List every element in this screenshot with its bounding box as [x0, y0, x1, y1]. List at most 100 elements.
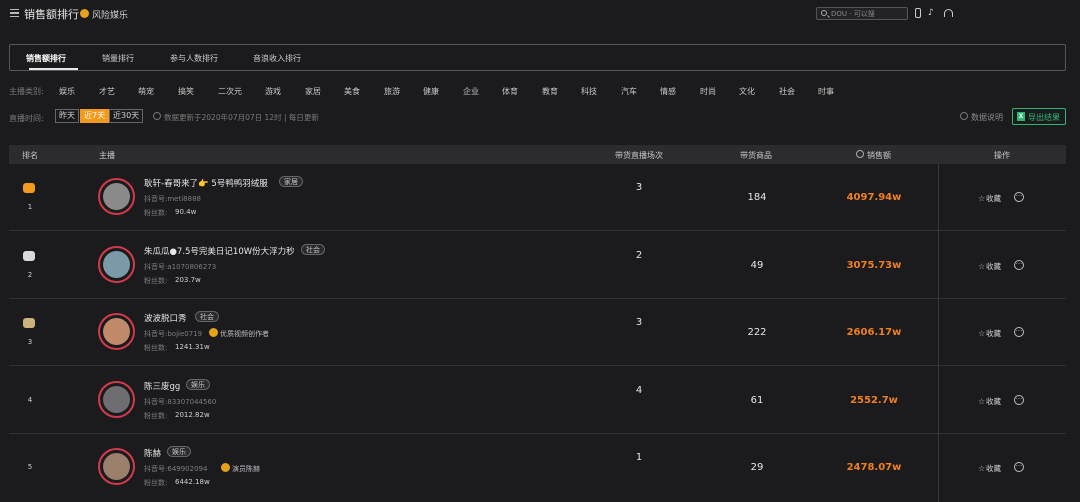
live-sessions: 4 [635, 385, 643, 396]
category-item[interactable]: 时事 [818, 86, 834, 97]
phone-icon[interactable] [915, 8, 921, 18]
category-item[interactable]: 美食 [344, 86, 360, 97]
heart-medal-icon [23, 318, 35, 328]
sales-amount: 3075.73w [846, 260, 902, 271]
active-tab-underline [29, 68, 78, 70]
table-row[interactable]: 1 耿轩-春哥来了👉 5号鸭鸭羽绒服 家居 抖音号:meti8888 粉丝数: … [9, 164, 1066, 231]
account-id: 抖音号:bojie0719 [144, 330, 203, 338]
goods-count: 29 [750, 462, 764, 473]
header-actions: 操作 [994, 151, 1010, 160]
category-item[interactable]: 情感 [660, 86, 676, 97]
goods-count: 222 [747, 327, 767, 338]
category-tag: 娱乐 [167, 446, 191, 457]
sales-amount: 2606.17w [846, 327, 902, 338]
anchor-name[interactable]: 波波脱口秀 [144, 312, 187, 324]
time-option-yesterday[interactable]: 昨天 [55, 109, 79, 123]
more-icon[interactable]: ··· [1014, 327, 1024, 337]
category-item[interactable]: 萌宠 [138, 86, 154, 97]
update-info: 数据更新于2020年07月07日 12时 | 每日更新 [164, 113, 319, 122]
sales-amount: 4097.94w [846, 192, 902, 203]
category-tag: 家居 [279, 176, 303, 187]
anchor-name[interactable]: 陈三废gg [144, 380, 180, 392]
info-icon[interactable] [856, 150, 864, 158]
fans-label: 粉丝数: [144, 344, 168, 352]
table-row[interactable]: 4 陈三废gg 娱乐 抖音号:83307044560 粉丝数: 2012.82w… [9, 367, 1066, 434]
fans-count: 203.7w [175, 276, 201, 284]
category-item[interactable]: 家居 [305, 86, 321, 97]
category-item[interactable]: 娱乐 [59, 86, 75, 97]
category-item[interactable]: 企业 [463, 86, 479, 97]
more-icon[interactable]: ··· [1014, 462, 1024, 472]
data-help-link[interactable]: 数据说明 [971, 112, 1003, 123]
header-sales: 销售额 [867, 151, 891, 160]
export-button[interactable]: X 导出结果 [1012, 108, 1066, 125]
table-row[interactable]: 5 陈赫 娱乐 抖音号:649902094 演员陈赫 粉丝数: 6442.18w… [9, 434, 1066, 501]
category-item[interactable]: 旅游 [384, 86, 400, 97]
favorite-button[interactable]: ☆收藏 [978, 261, 1001, 272]
fans-count: 90.4w [175, 208, 197, 216]
account-id: 抖音号:a1070806273 [144, 263, 217, 271]
tab-participants-ranking[interactable]: 参与人数排行 [170, 53, 218, 64]
category-item[interactable]: 时尚 [700, 86, 716, 97]
fans-label: 粉丝数: [144, 209, 168, 217]
favorite-button[interactable]: ☆收藏 [978, 396, 1001, 407]
category-item[interactable]: 汽车 [621, 86, 637, 97]
table-row[interactable]: 2 朱瓜瓜●7.5号完美日记10W份大浮力秒 社会 抖音号:a107080627… [9, 232, 1066, 299]
category-tag: 娱乐 [186, 379, 210, 390]
brand-name: 风险媒乐 [92, 11, 129, 21]
category-item[interactable]: 二次元 [218, 86, 242, 97]
table-row[interactable]: 3 波波脱口秀 社会 抖音号:bojie0719 优质视频创作者 粉丝数: 12… [9, 299, 1066, 366]
avatar[interactable] [98, 313, 135, 350]
anchor-name[interactable]: 耿轩-春哥来了👉 5号鸭鸭羽绒服 [144, 177, 268, 189]
search-box[interactable] [816, 7, 908, 20]
anchor-name[interactable]: 朱瓜瓜●7.5号完美日记10W份大浮力秒 [144, 245, 295, 257]
tab-income-ranking[interactable]: 音浪收入排行 [253, 53, 301, 64]
category-item[interactable]: 游戏 [265, 86, 281, 97]
category-item[interactable]: 科技 [581, 86, 597, 97]
tab-sales-ranking[interactable]: 销售额排行 [26, 53, 66, 64]
category-item[interactable]: 健康 [423, 86, 439, 97]
header-sessions: 带货直播场次 [615, 151, 663, 160]
time-filter-label: 直播时间: [9, 114, 44, 123]
goods-count: 184 [747, 192, 767, 203]
favorite-button[interactable]: ☆收藏 [978, 193, 1001, 204]
sales-amount: 2478.07w [846, 462, 902, 473]
category-item[interactable]: 教育 [542, 86, 558, 97]
tiktok-icon[interactable]: ♪ [928, 8, 936, 18]
star-icon: ☆ [978, 194, 986, 203]
anchor-name[interactable]: 陈赫 [144, 447, 161, 459]
live-sessions: 2 [635, 250, 643, 261]
more-icon[interactable]: ··· [1014, 260, 1024, 270]
headset-icon[interactable] [944, 9, 953, 17]
heart-medal-icon [23, 251, 35, 261]
category-label: 主播类别: [9, 87, 44, 96]
sales-amount: 2552.7w [850, 395, 898, 406]
avatar[interactable] [98, 178, 135, 215]
star-icon: ☆ [978, 329, 986, 338]
help-icon[interactable] [960, 112, 968, 120]
fans-count: 2012.82w [175, 411, 210, 419]
more-icon[interactable]: ··· [1014, 192, 1024, 202]
time-option-7days[interactable]: 近7天 [80, 109, 110, 123]
category-item[interactable]: 搞笑 [178, 86, 194, 97]
favorite-button[interactable]: ☆收藏 [978, 463, 1001, 474]
creator-badge-icon [221, 463, 230, 472]
category-item[interactable]: 才艺 [99, 86, 115, 97]
more-icon[interactable]: ··· [1014, 395, 1024, 405]
search-input[interactable] [831, 9, 905, 19]
avatar[interactable] [98, 448, 135, 485]
star-icon: ☆ [978, 397, 986, 406]
category-item[interactable]: 文化 [739, 86, 755, 97]
avatar[interactable] [98, 381, 135, 418]
creator-label: 优质视频创作者 [220, 330, 269, 338]
rank-number: 5 [27, 463, 33, 471]
avatar[interactable] [98, 246, 135, 283]
time-option-30days[interactable]: 近30天 [109, 109, 144, 123]
favorite-button[interactable]: ☆收藏 [978, 328, 1001, 339]
page-title: 销售额排行 [24, 8, 79, 21]
tab-volume-ranking[interactable]: 销量排行 [102, 53, 134, 64]
account-id: 抖音号:649902094 [144, 465, 208, 473]
category-item[interactable]: 社会 [779, 86, 795, 97]
menu-icon[interactable] [10, 9, 19, 17]
category-item[interactable]: 体育 [502, 86, 518, 97]
